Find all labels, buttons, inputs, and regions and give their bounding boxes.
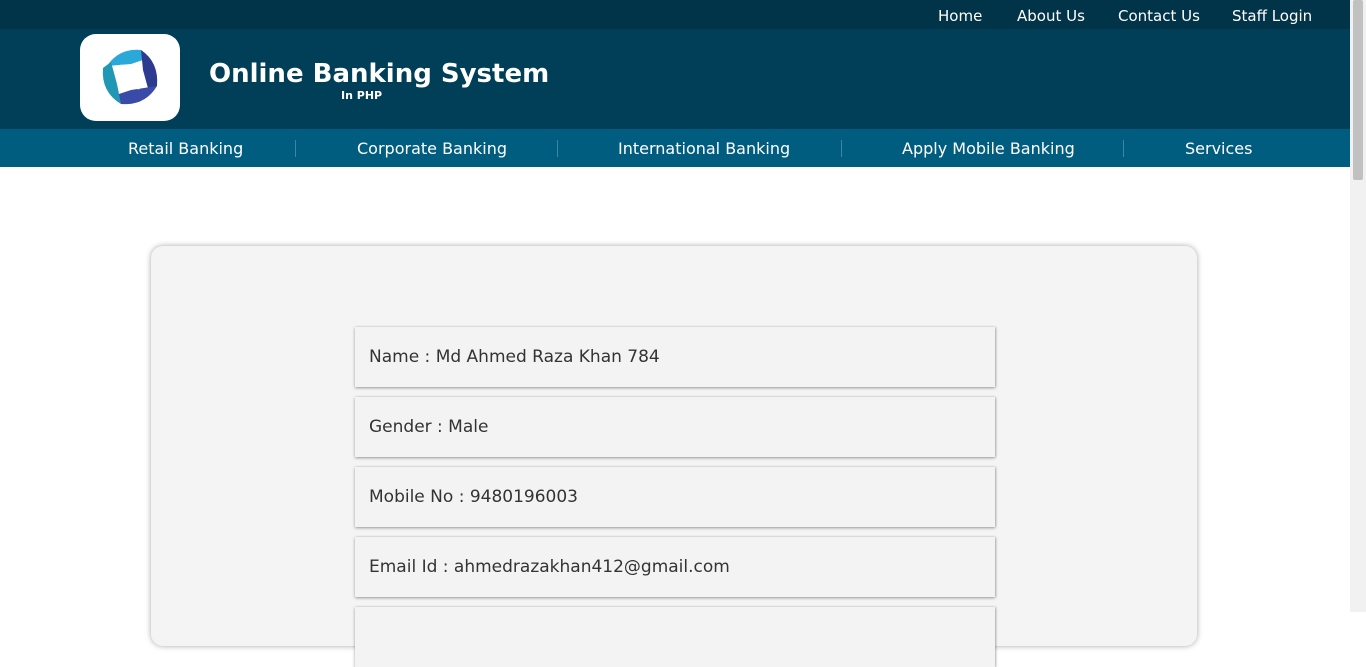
nav-home-link[interactable]: Home [938, 7, 982, 25]
profile-mobile: Mobile No : 9480196003 [369, 487, 578, 507]
main-nav: Retail Banking Corporate Banking Interna… [0, 129, 1350, 167]
nav-staff-login-link[interactable]: Staff Login [1232, 7, 1312, 25]
nav-services[interactable]: Services [1185, 139, 1252, 158]
top-bar: Home About Us Contact Us Staff Login [0, 0, 1350, 29]
profile-mobile-row: Mobile No : 9480196003 [355, 467, 995, 527]
profile-gender: Gender : Male [369, 417, 489, 437]
profile-gender-row: Gender : Male [355, 397, 995, 457]
nav-corporate-banking[interactable]: Corporate Banking [357, 139, 507, 158]
profile-next-row [355, 607, 995, 667]
bank-logo-icon [102, 49, 158, 105]
profile-name-row: Name : Md Ahmed Raza Khan 784 [355, 327, 995, 387]
site-title: Online Banking System [209, 59, 550, 89]
nav-contact-link[interactable]: Contact Us [1118, 7, 1200, 25]
nav-international-banking[interactable]: International Banking [618, 139, 790, 158]
nav-divider [841, 140, 842, 157]
scrollbar-thumb[interactable] [1353, 0, 1363, 180]
profile-name: Name : Md Ahmed Raza Khan 784 [369, 347, 660, 367]
nav-apply-mobile-banking[interactable]: Apply Mobile Banking [902, 139, 1075, 158]
page-scrollbar[interactable] [1350, 0, 1366, 612]
nav-divider [295, 140, 296, 157]
site-header: Online Banking System In PHP [0, 29, 1350, 129]
nav-divider [1123, 140, 1124, 157]
site-subtitle: In PHP [341, 89, 383, 102]
nav-divider [557, 140, 558, 157]
profile-email-row: Email Id : ahmedrazakhan412@gmail.com [355, 537, 995, 597]
nav-about-link[interactable]: About Us [1017, 7, 1085, 25]
profile-email: Email Id : ahmedrazakhan412@gmail.com [369, 557, 730, 577]
bank-logo[interactable] [80, 34, 180, 121]
nav-retail-banking[interactable]: Retail Banking [128, 139, 243, 158]
